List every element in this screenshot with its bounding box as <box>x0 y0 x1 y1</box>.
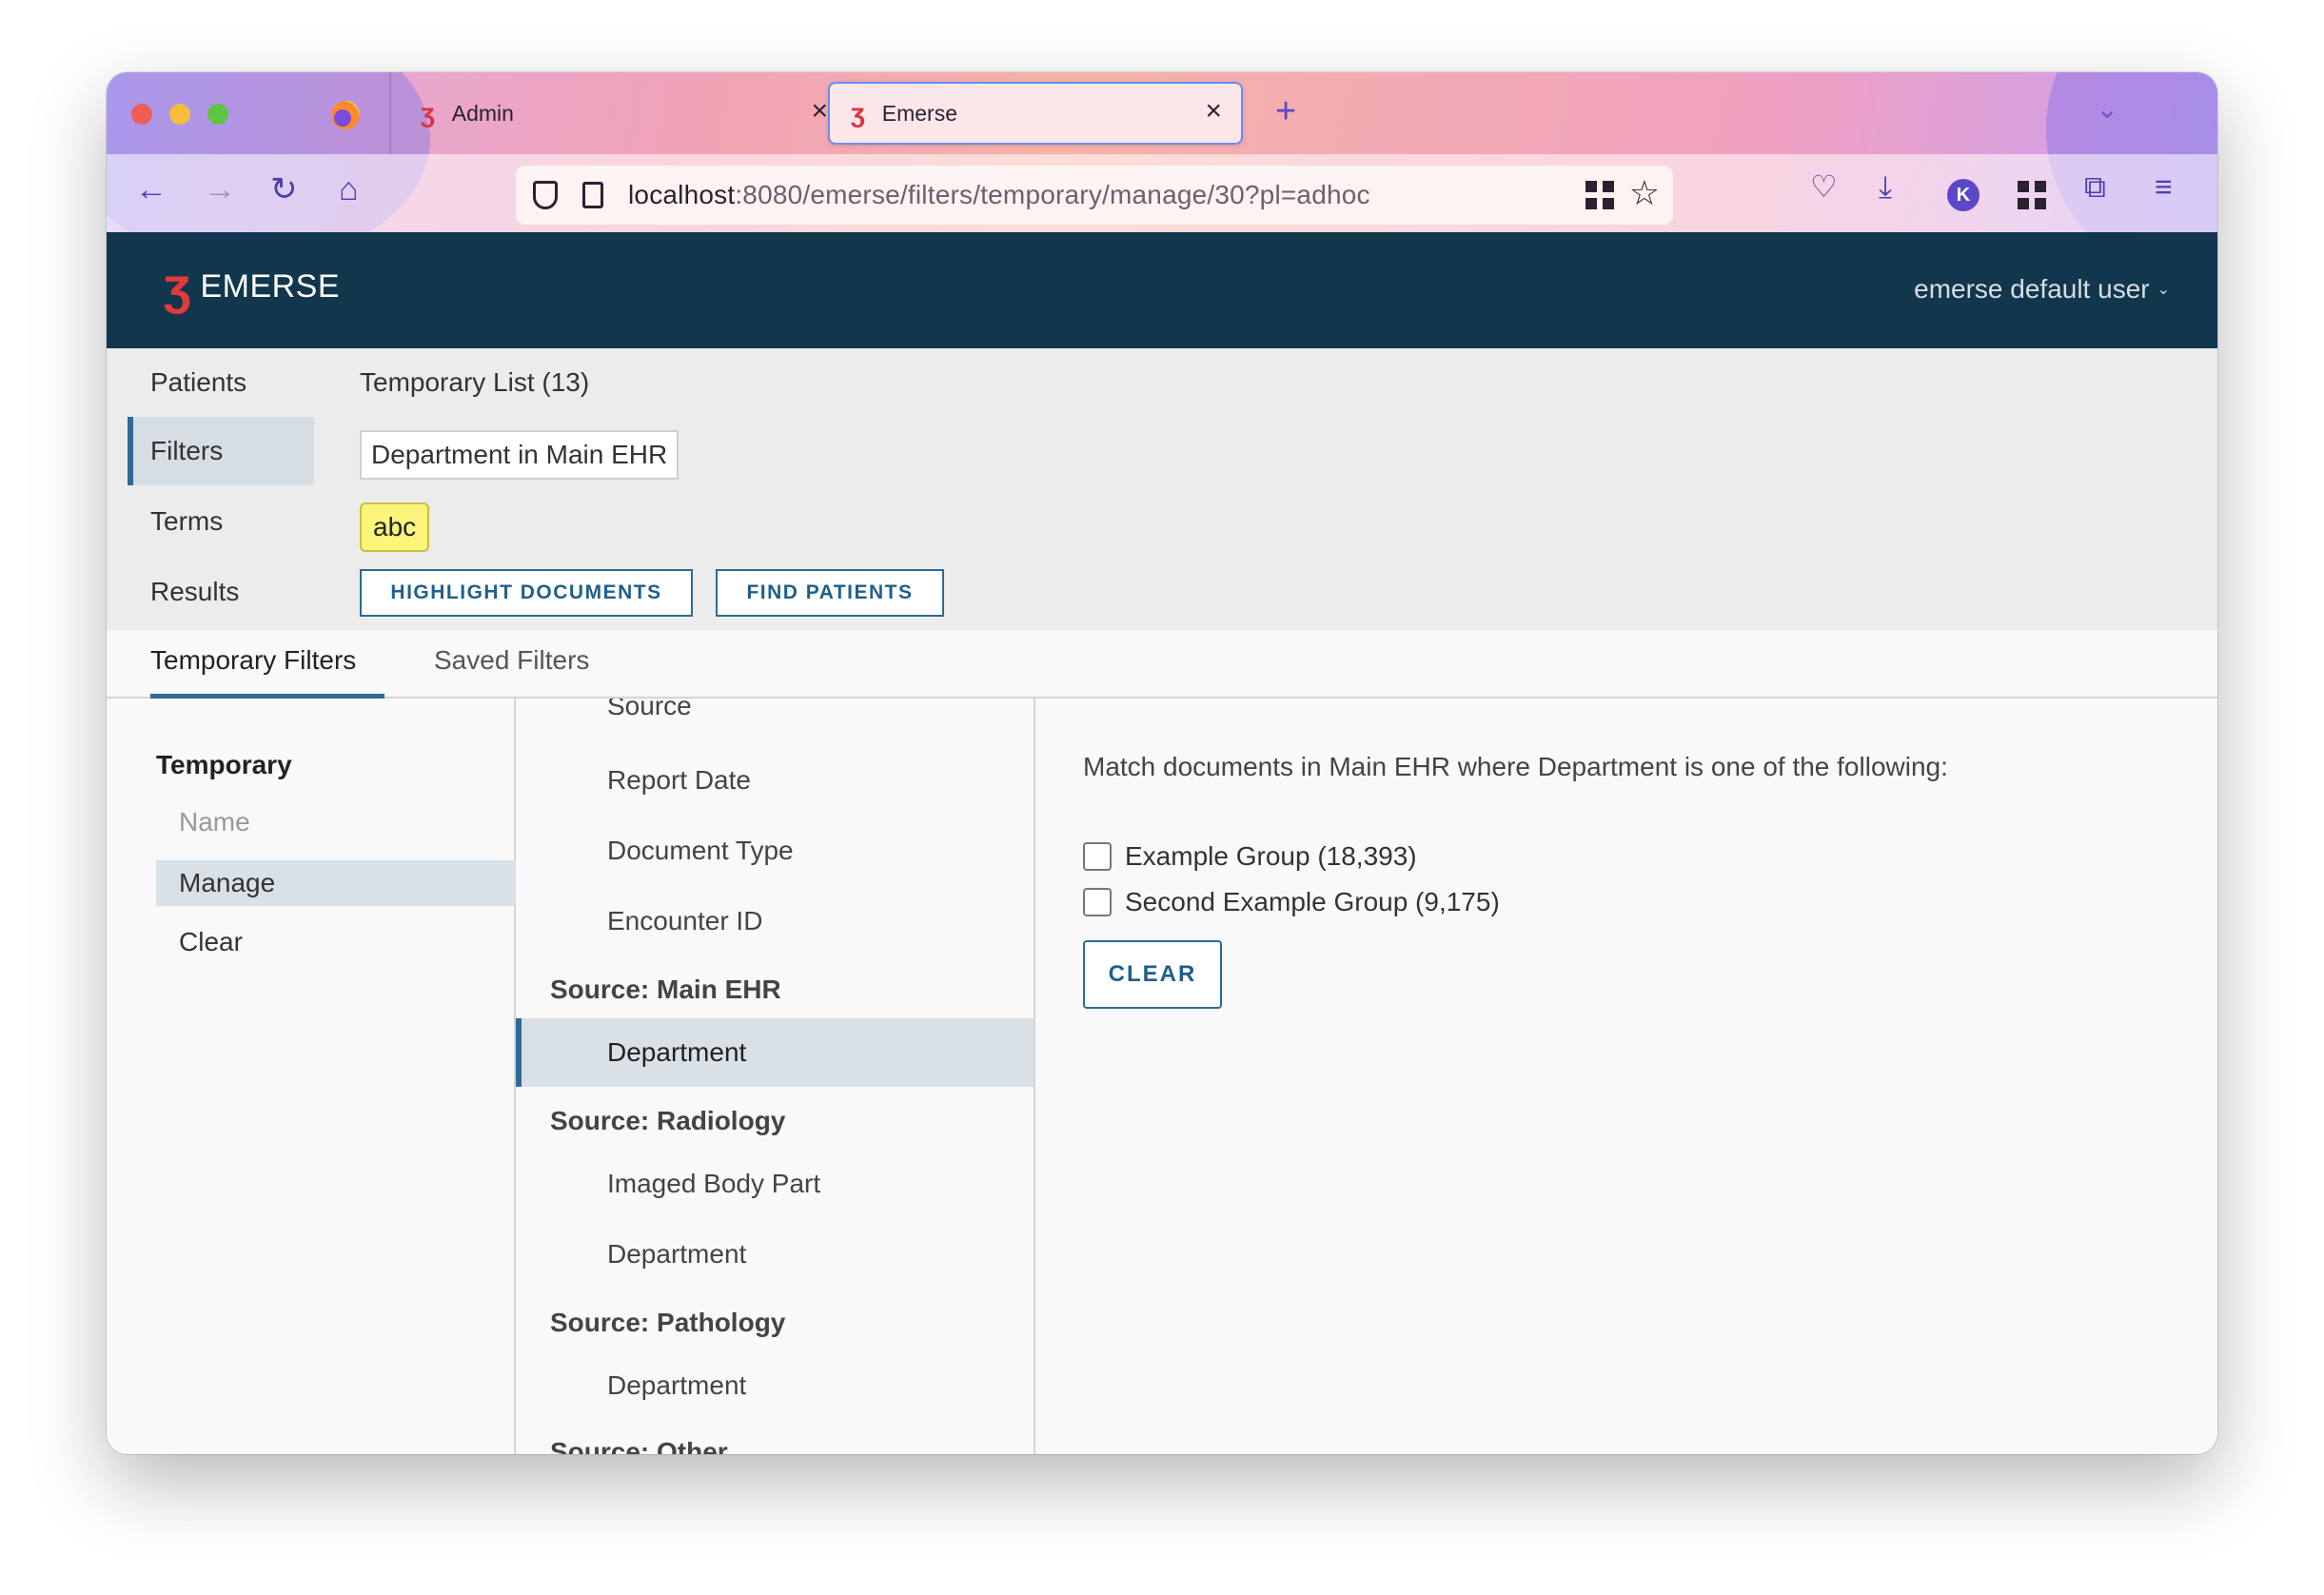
highlight-documents-button[interactable]: HIGHLIGHT DOCUMENTS <box>360 569 693 617</box>
menu-item-clear[interactable]: Clear <box>156 919 516 965</box>
tab-label: Admin <box>451 100 514 126</box>
checkbox[interactable] <box>1083 842 1112 871</box>
summary-nav-results[interactable]: Results <box>128 558 314 626</box>
forward-icon[interactable]: → <box>204 173 236 206</box>
list-all-tabs-icon[interactable]: ⌄ <box>2097 93 2118 125</box>
qr-code-icon[interactable] <box>1585 181 1614 209</box>
field-item-department[interactable]: Department <box>516 1220 1034 1289</box>
patient-list-value[interactable]: Temporary List (13) <box>360 367 589 398</box>
tab-temporary-filters[interactable]: Temporary Filters <box>150 645 384 699</box>
close-tab-icon[interactable]: × <box>811 95 828 128</box>
menu-heading: Temporary <box>156 750 292 779</box>
app-header: ʒ EMERSE emerse default user ⌄ <box>107 232 2217 348</box>
option-example-group[interactable]: Example Group (18,393) <box>1083 841 1417 872</box>
clear-button[interactable]: CLEAR <box>1083 940 1222 1009</box>
new-tab-icon[interactable]: + <box>1275 91 1296 132</box>
menu-item-name[interactable]: Name <box>156 799 516 845</box>
tab-emerse[interactable]: ʒ Emerse × <box>828 82 1243 145</box>
source-heading-radiology: Source: Radiology <box>550 1106 786 1135</box>
account-avatar[interactable]: K <box>1947 179 1979 211</box>
summary-nav-patients[interactable]: Patients <box>128 348 314 417</box>
url-text[interactable]: localhost:8080/emerse/filters/temporary/… <box>628 180 1370 210</box>
bookmark-star-icon[interactable]: ☆ <box>1629 173 1660 213</box>
summary-nav-terms[interactable]: Terms <box>128 487 314 556</box>
field-item-report-date[interactable]: Report Date <box>516 746 1034 815</box>
back-icon[interactable]: ← <box>135 173 167 206</box>
close-tab-icon[interactable]: × <box>1205 95 1222 128</box>
close-window-button[interactable] <box>131 104 152 125</box>
page-info-icon[interactable] <box>582 182 603 208</box>
option-second-example-group[interactable]: Second Example Group (9,175) <box>1083 887 1500 917</box>
extensions-grid-icon[interactable] <box>2018 181 2046 209</box>
field-item-document-type[interactable]: Document Type <box>516 817 1034 885</box>
pocket-icon[interactable]: ♡ <box>1810 171 1838 202</box>
summary-nav-filters[interactable]: Filters <box>128 417 314 485</box>
emerse-logo[interactable]: ʒ EMERSE <box>164 261 340 312</box>
minimize-window-button[interactable] <box>169 104 190 125</box>
term-chip[interactable]: abc <box>360 502 430 552</box>
emerse-favicon-icon: ʒ <box>851 98 865 128</box>
field-item-encounter-id[interactable]: Encounter ID <box>516 887 1034 955</box>
emerse-logo-icon: ʒ <box>164 258 191 315</box>
field-item-source[interactable]: Source <box>516 699 1034 740</box>
field-item-department[interactable]: Department <box>516 1351 1034 1420</box>
filter-description: Match documents in Main EHR where Depart… <box>1083 752 1948 781</box>
query-summary: Patients Filters Terms Results Temporary… <box>107 348 2217 630</box>
filter-detail: Match documents in Main EHR where Depart… <box>1035 699 2217 1454</box>
firefox-view-icon[interactable] <box>331 101 360 129</box>
tab-label: Emerse <box>881 100 957 126</box>
tab-admin[interactable]: ʒ Admin × <box>421 82 828 145</box>
reload-icon[interactable]: ↻ <box>270 173 298 206</box>
field-item-imaged-body-part[interactable]: Imaged Body Part <box>516 1150 1034 1218</box>
checkbox[interactable] <box>1083 888 1112 916</box>
chevron-down-icon: ⌄ <box>2157 282 2170 298</box>
app-menu-icon[interactable]: ≡ <box>2155 171 2173 202</box>
find-patients-button[interactable]: FIND PATIENTS <box>716 569 944 617</box>
user-menu[interactable]: emerse default user ⌄ <box>1914 274 2170 305</box>
browser-window: ʒ Admin × ʒ Emerse × + ⌄ ← → ↻ ⌂ localho… <box>107 72 2217 1454</box>
field-item-department[interactable]: Department <box>516 1018 1034 1087</box>
home-icon[interactable]: ⌂ <box>339 173 359 206</box>
source-heading-pathology: Source: Pathology <box>550 1308 786 1337</box>
browser-chrome: ʒ Admin × ʒ Emerse × + ⌄ ← → ↻ ⌂ localho… <box>107 72 2217 232</box>
source-heading-other: Source: Other <box>550 1437 728 1454</box>
filter-tabs: Temporary Filters Saved Filters <box>107 630 2217 699</box>
emerse-favicon-icon: ʒ <box>421 98 435 128</box>
downloads-icon[interactable]: ⤓ <box>1879 171 1892 202</box>
source-heading-main-ehr: Source: Main EHR <box>550 975 781 1004</box>
filter-content: Temporary Name Manage Clear Source Repor… <box>107 699 2217 1454</box>
extensions-puzzle-icon[interactable]: ⧉ <box>2084 171 2106 202</box>
tracking-protection-icon[interactable] <box>533 181 558 209</box>
zoom-window-button[interactable] <box>207 104 228 125</box>
tab-saved-filters[interactable]: Saved Filters <box>434 645 589 699</box>
menu-item-manage[interactable]: Manage <box>156 860 516 906</box>
address-bar[interactable]: localhost:8080/emerse/filters/temporary/… <box>516 166 1673 225</box>
temporary-menu: Temporary Name Manage Clear <box>107 699 516 1454</box>
field-list: Source Report Date Document Type Encount… <box>516 699 1035 1454</box>
filter-pill[interactable]: Department in Main EHR <box>360 430 679 480</box>
